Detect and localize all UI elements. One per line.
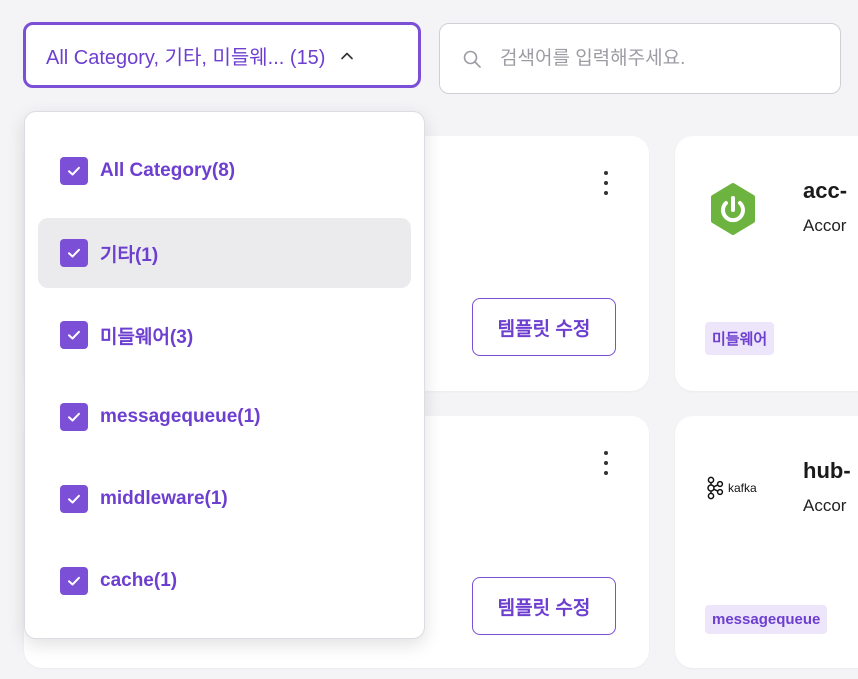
checkbox-checked-icon[interactable] xyxy=(60,239,88,267)
search-box xyxy=(439,23,841,94)
category-option-label: cache(1) xyxy=(100,570,178,591)
card-title: acc- xyxy=(803,178,848,203)
more-options-icon[interactable] xyxy=(600,451,612,475)
card-subtitle: Accor xyxy=(803,496,847,515)
category-option-cache[interactable]: cache(1) xyxy=(38,546,411,616)
checkbox-checked-icon[interactable] xyxy=(60,403,88,431)
search-icon xyxy=(462,49,482,69)
edit-template-button[interactable]: 템플릿 수정 xyxy=(472,577,616,635)
checkbox-checked-icon[interactable] xyxy=(60,485,88,513)
card-title: hub- xyxy=(803,458,851,483)
category-filter-label: All Category, 기타, 미들웨... (15) xyxy=(46,46,326,69)
category-option-label: messagequeue(1) xyxy=(100,406,261,427)
category-filter-select[interactable]: All Category, 기타, 미들웨... (15) xyxy=(23,22,421,88)
kafka-logo: kafka xyxy=(705,474,775,502)
category-option-label: 기타(1) xyxy=(100,244,159,266)
category-dropdown-menu: All Category(8) 기타(1) 미들웨어(3) messageque… xyxy=(24,111,425,639)
category-option-messagequeue[interactable]: messagequeue(1) xyxy=(38,382,411,452)
category-option-middleware-ko[interactable]: 미들웨어(3) xyxy=(38,300,411,370)
category-option-label: 미들웨어(3) xyxy=(100,326,194,348)
category-option-label: All Category(8) xyxy=(100,160,236,181)
category-tag: messagequeue xyxy=(705,605,828,634)
template-card[interactable]: acc- Accor 미들웨어 xyxy=(675,136,858,391)
spring-power-icon xyxy=(705,181,761,237)
category-option-label: middleware(1) xyxy=(100,488,228,509)
search-input[interactable] xyxy=(498,46,822,71)
category-option-all[interactable]: All Category(8) xyxy=(38,136,411,206)
kafka-logo-text: kafka xyxy=(728,481,757,495)
chevron-up-icon xyxy=(339,47,355,63)
edit-template-button[interactable]: 템플릿 수정 xyxy=(472,298,616,356)
category-tag: 미들웨어 xyxy=(705,322,775,355)
checkbox-checked-icon[interactable] xyxy=(60,321,88,349)
category-option-etc[interactable]: 기타(1) xyxy=(38,218,411,288)
card-subtitle: Accor xyxy=(803,216,847,235)
template-card[interactable]: kafka hub- Accor messagequeue xyxy=(675,416,858,668)
checkbox-checked-icon[interactable] xyxy=(60,567,88,595)
checkbox-checked-icon[interactable] xyxy=(60,157,88,185)
category-option-middleware[interactable]: middleware(1) xyxy=(38,464,411,534)
more-options-icon[interactable] xyxy=(600,171,612,195)
